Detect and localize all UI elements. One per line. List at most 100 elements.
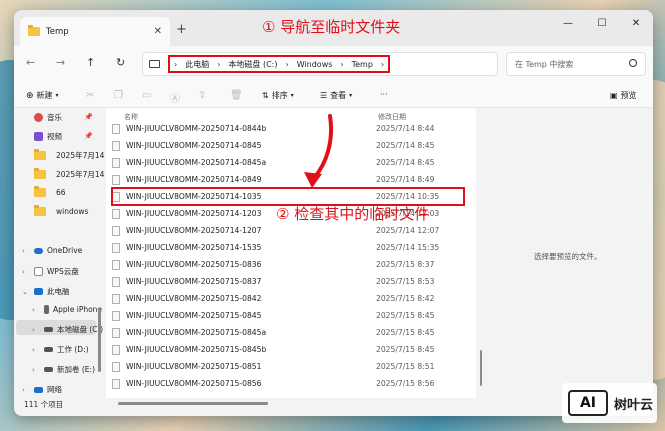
sidebar-item-folder-66[interactable]: 66 [22,186,66,197]
chevron-down-icon: ⌄ [22,287,28,296]
minimize-button[interactable]: — [551,10,585,38]
table-row[interactable]: WIN-JIUUCLV8OMM-20250715-0845 2025/7/15 8… [112,307,464,324]
file-name: WIN-JIUUCLV8OMM-20250715-0836 [126,260,262,269]
file-date: 2025/7/14 10:35 [376,192,440,201]
preview-label: 预览 [620,91,637,100]
sidebar-item-iphone[interactable]: › Apple iPhone [32,305,102,314]
sidebar-item-this-pc[interactable]: ⌄ 此电脑 [22,286,70,297]
folder-icon [34,186,46,197]
file-name: WIN-JIUUCLV8OMM-20250715-0856 [126,379,262,388]
more-options-button[interactable]: ··· [380,90,388,99]
new-button[interactable]: ⊕ 新建 ▾ [26,90,59,101]
sidebar-item-folder-20250714-a[interactable]: 2025年7月14 [22,149,104,161]
tab-temp[interactable]: Temp ✕ [20,17,170,46]
chevron-down-icon: ▾ [349,92,353,99]
table-row[interactable]: WIN-JIUUCLV8OMM-20250714-0849 2025/7/14 8… [112,171,464,188]
file-name: WIN-JIUUCLV8OMM-20250715-0845a [126,328,267,337]
sidebar-item-onedrive[interactable]: › OneDrive [22,246,82,255]
file-name: WIN-JIUUCLV8OMM-20250715-0845 [126,311,262,320]
file-icon [112,157,120,168]
breadcrumb-this-pc[interactable]: 此电脑 [185,59,209,70]
sidebar-item-label: 66 [56,188,66,197]
cut-icon[interactable]: ✂ [86,90,94,101]
window-controls: — ☐ ✕ [551,10,653,38]
sidebar-item-videos[interactable]: 视频 [22,131,62,142]
file-date: 2025/7/14 8:45 [376,158,435,167]
up-button[interactable]: ↑ [86,56,95,69]
plus-circle-icon: ⊕ [26,90,34,101]
file-icon [112,242,120,253]
table-row[interactable]: WIN-JIUUCLV8OMM-20250715-0842 2025/7/15 8… [112,290,464,307]
file-date: 2025/7/15 8:42 [376,294,435,303]
sidebar-item-label: windows [56,207,89,216]
sort-button[interactable]: ⇅ 排序 ▾ [262,90,294,101]
table-row[interactable]: WIN-JIUUCLV8OMM-20250715-0845b 2025/7/15 … [112,341,464,358]
close-window-button[interactable]: ✕ [619,10,653,38]
paste-icon[interactable]: ▭ [142,90,151,101]
sidebar-item-folder-windows[interactable]: windows [22,205,89,216]
sidebar-item-drive-e[interactable]: › 新加卷 (E:) [32,364,95,375]
breadcrumb-windows[interactable]: Windows [297,60,333,69]
file-date: 2025/7/15 8:45 [376,328,435,337]
new-tab-button[interactable]: + [176,22,187,37]
breadcrumb-local-disk[interactable]: 本地磁盘 (C:) [228,59,277,70]
file-icon [112,293,120,304]
table-row[interactable]: WIN-JIUUCLV8OMM-20250715-0851 2025/7/15 8… [112,358,464,375]
breadcrumb-sep-icon: › [340,59,344,69]
close-tab-icon[interactable]: ✕ [154,26,162,37]
preview-pane-icon: ▣ [610,91,618,100]
table-row[interactable]: WIN-JIUUCLV8OMM-20250714-0845 2025/7/14 8… [112,137,464,154]
table-row[interactable]: WIN-JIUUCLV8OMM-20250715-0837 2025/7/15 8… [112,273,464,290]
share-icon[interactable]: ⇪ [198,90,206,101]
tab-label: Temp [46,26,69,37]
video-icon [34,132,43,141]
rename-icon[interactable]: Ⓐ [170,90,180,105]
sidebar-item-music[interactable]: 音乐 [22,112,62,123]
table-row[interactable]: WIN-JIUUCLV8OMM-20250714-0845a 2025/7/14 … [112,154,464,171]
file-icon [112,140,120,151]
table-row[interactable]: WIN-JIUUCLV8OMM-20250714-1535 2025/7/14 1… [112,239,464,256]
refresh-button[interactable]: ↻ [116,56,125,69]
file-date: 2025/7/14 8:44 [376,124,435,133]
copy-icon[interactable]: ❐ [114,90,123,101]
file-date: 2025/7/15 8:53 [376,277,435,286]
search-input[interactable]: 在 Temp 中搜索 [506,52,646,76]
sidebar-item-label: WPS云盘 [47,267,79,276]
back-button[interactable]: ← [26,56,35,69]
view-button[interactable]: ☰ 查看 ▾ [320,90,352,101]
forward-button[interactable]: → [56,56,65,69]
table-row[interactable]: WIN-JIUUCLV8OMM-20250715-0845a 2025/7/15 … [112,324,464,341]
sidebar-item-label: Apple iPhone [53,305,103,314]
file-date: 2025/7/14 8:49 [376,175,435,184]
address-bar[interactable]: › 此电脑 › 本地磁盘 (C:) › Windows › Temp › [142,52,498,76]
file-name: WIN-JIUUCLV8OMM-20250715-0837 [126,277,262,286]
delete-icon[interactable]: 🗑 [230,90,243,101]
table-row[interactable]: WIN-JIUUCLV8OMM-20250714-0844b 2025/7/14 … [112,120,464,137]
file-name: WIN-JIUUCLV8OMM-20250714-1207 [126,226,262,235]
navigation-pane: 音乐 📌 视频 📌 2025年7月14 2025年7月14 66 windows… [14,108,105,400]
sidebar-item-local-disk-c[interactable]: › 本地磁盘 (C:) [32,324,103,335]
table-row[interactable]: WIN-JIUUCLV8OMM-20250715-0856 2025/7/15 8… [112,375,464,392]
sidebar-item-folder-20250714-b[interactable]: 2025年7月14 [22,168,105,180]
table-row[interactable]: WIN-JIUUCLV8OMM-20250715-0836 2025/7/15 8… [112,256,464,273]
sidebar-item-label: 2025年7月14 [56,170,105,179]
file-name: WIN-JIUUCLV8OMM-20250714-1035 [126,192,262,201]
watermark-logo-icon: AI [568,390,608,416]
preview-empty-text: 选择要预览的文件。 [534,252,602,261]
breadcrumb-sep-icon: › [380,59,385,69]
preview-pane-button[interactable]: ▣ 预览 [610,90,637,101]
sidebar-item-drive-d[interactable]: › 工作 (D:) [32,344,89,355]
file-name: WIN-JIUUCLV8OMM-20250715-0845b [126,345,267,354]
sidebar-item-wps-cloud[interactable]: › WPS云盘 [22,266,79,277]
file-icon [112,123,120,134]
maximize-button[interactable]: ☐ [585,10,619,38]
horizontal-scrollbar[interactable] [118,402,268,405]
breadcrumb-temp[interactable]: Temp [352,60,373,69]
file-date: 2025/7/15 8:45 [376,345,435,354]
sidebar-item-network[interactable]: › 网络 [22,384,62,395]
file-date: 2025/7/14 12:07 [376,226,440,235]
breadcrumb-sep-icon: › [217,59,221,69]
table-row[interactable]: WIN-JIUUCLV8OMM-20250714-1207 2025/7/14 1… [112,222,464,239]
file-icon [112,174,120,185]
sidebar-scrollbar[interactable] [98,308,101,372]
